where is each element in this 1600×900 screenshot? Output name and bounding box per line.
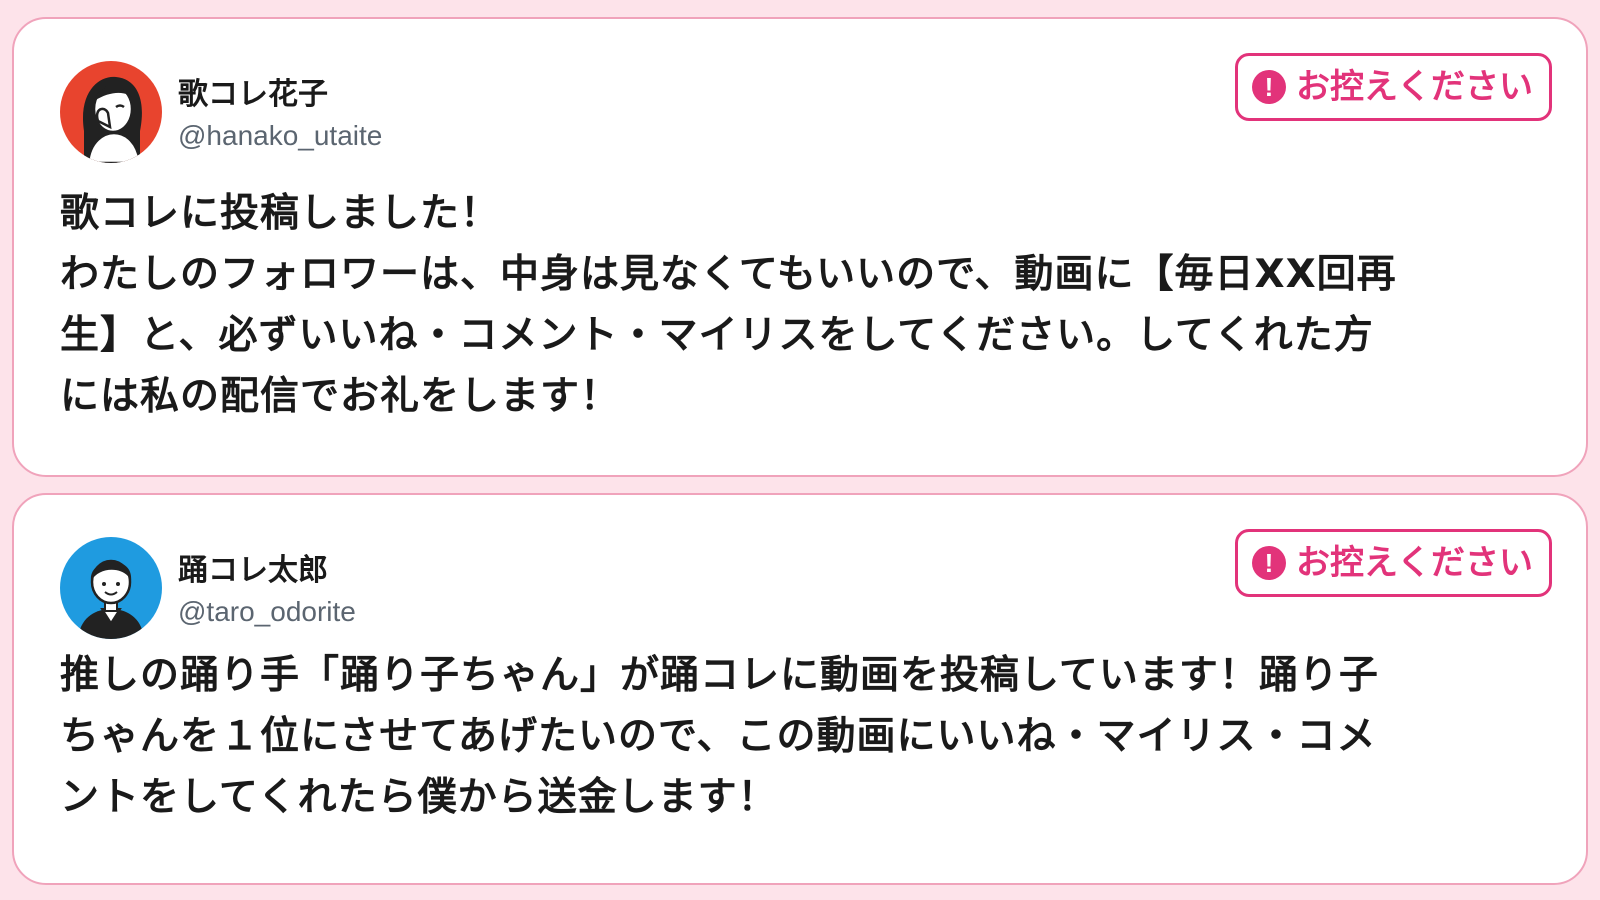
badge-label: お控えください [1296,543,1533,583]
post-card: 歌コレ花子 @hanako_utaite ! お控えください 歌コレに投稿しまし… [12,17,1588,477]
author-handle[interactable]: @hanako_utaite [178,119,382,153]
refrain-badge: ! お控えください [1235,53,1552,121]
author-name[interactable]: 踊コレ太郎 [178,553,328,589]
post-text-line: には私の配信でお礼をします！ [60,374,621,419]
author-handle[interactable]: @taro_odorite [178,595,356,629]
post-text-line: 生】と、必ずいいね・コメント・マイリスをしてください。してくれた方 [60,313,1374,358]
post-text: 推しの踊り手「踊り子ちゃん」が踊コレに動画を投稿しています！踊り子 ちゃんを１位… [60,645,1546,828]
post-text-line: ちゃんを１位にさせてあげたいので、この動画にいいね・マイリス・コメ [60,714,1377,759]
woman-avatar-icon[interactable] [60,61,162,163]
refrain-badge: ! お控えください [1235,529,1552,597]
post-text-line: ントをしてくれたら僕から送金します！ [60,775,778,820]
author-name[interactable]: 歌コレ花子 [178,77,328,113]
post-text: 歌コレに投稿しました！ わたしのフォロワーは、中身は見なくてもいいので、動画に【… [60,183,1546,427]
exclamation-icon: ! [1252,70,1287,104]
post-text-line: わたしのフォロワーは、中身は見なくてもいいので、動画に【毎日XX回再 [60,252,1397,297]
post-text-line: 推しの踊り手「踊り子ちゃん」が踊コレに動画を投稿しています！踊り子 [60,653,1379,698]
man-avatar-icon[interactable] [60,537,162,639]
post-text-line: 歌コレに投稿しました！ [60,191,501,236]
post-card: 踊コレ太郎 @taro_odorite ! お控えください 推しの踊り手「踊り子… [12,493,1588,885]
badge-label: お控えください [1296,67,1533,107]
exclamation-icon: ! [1252,546,1287,580]
